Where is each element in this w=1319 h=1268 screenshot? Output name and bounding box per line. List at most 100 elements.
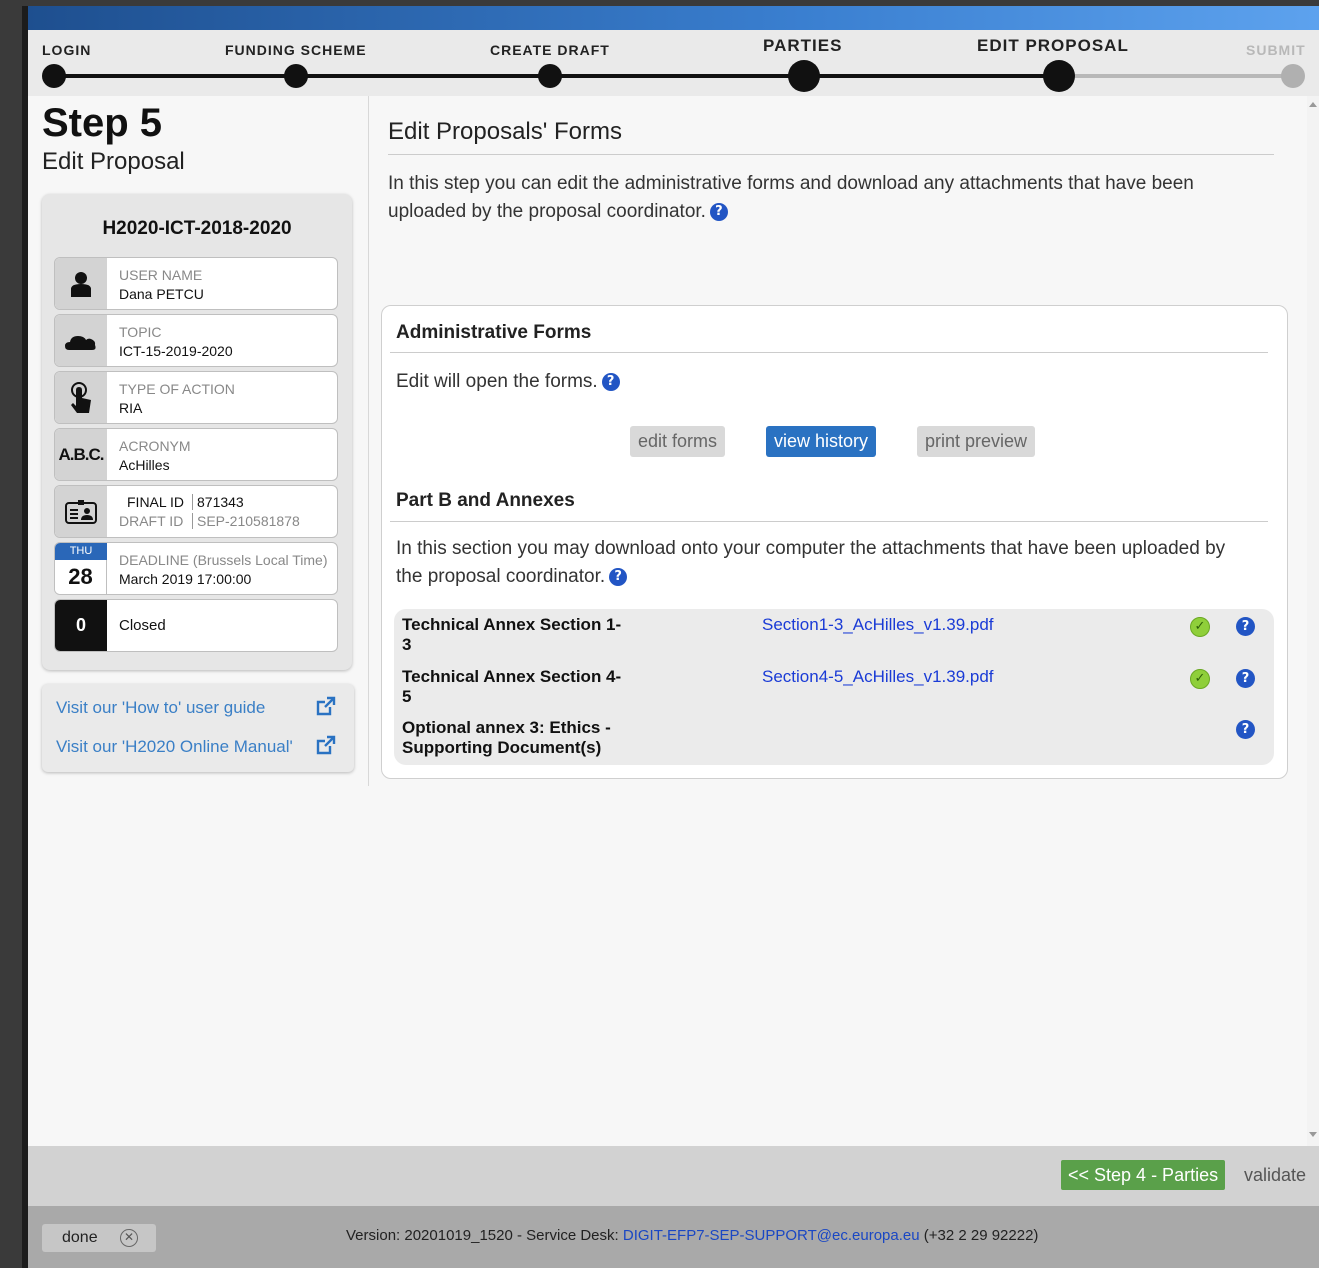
view-history-button[interactable]: view history: [766, 426, 877, 457]
scroll-up-arrow-icon[interactable]: [1309, 102, 1317, 107]
done-indicator: done ✕: [42, 1224, 156, 1252]
abc-icon: A.B.C.: [55, 429, 107, 480]
intro-text: In this step you can edit the administra…: [388, 170, 1268, 226]
table-row: Technical Annex Section 4-5 Section4-5_A…: [394, 661, 1274, 713]
help-icon[interactable]: ?: [1236, 720, 1255, 739]
version-text: Version: 20201019_1520 - Service Desk:: [346, 1227, 619, 1244]
admin-forms-text: Edit will open the forms.?: [396, 368, 1256, 396]
call-identifier: H2020-ICT-2018-2020: [102, 218, 292, 239]
type-of-action-label: TYPE OF ACTION: [119, 381, 235, 397]
previous-step-button[interactable]: << Step 4 - Parties: [1061, 1160, 1226, 1190]
step-submit: SUBMIT: [1246, 42, 1306, 58]
pointing-hand-icon: [55, 372, 107, 423]
type-of-action-row: TYPE OF ACTION RIA: [54, 371, 338, 424]
step-progress-bar: LOGIN FUNDING SCHEME CREATE DRAFT PARTIE…: [28, 30, 1319, 96]
acronym-row: A.B.C. ACRONYM AcHilles: [54, 428, 338, 481]
vertical-scrollbar[interactable]: [1307, 96, 1319, 1146]
topic-row: TOPIC ICT-15-2019-2020: [54, 314, 338, 367]
attachments-table: Technical Annex Section 1-3 Section1-3_A…: [394, 609, 1274, 765]
progress-track-pending: [1063, 74, 1293, 78]
help-icon[interactable]: ?: [609, 568, 628, 586]
help-links-card: Visit our 'How to' user guide Visit our …: [42, 684, 354, 772]
close-icon[interactable]: ✕: [120, 1229, 138, 1247]
admin-forms-heading: Administrative Forms: [396, 322, 592, 343]
draft-id-label: DRAFT ID: [119, 513, 184, 529]
step-title: Step 5: [42, 101, 163, 145]
status-row: 0 Closed: [54, 599, 338, 652]
calendar-date: 28: [55, 560, 107, 594]
scroll-down-arrow-icon[interactable]: [1309, 1132, 1317, 1137]
user-name-label: USER NAME: [119, 267, 203, 283]
proposal-id-row: FINAL ID 871343 DRAFT ID SEP-210581878: [54, 485, 338, 538]
check-icon: ✓: [1190, 669, 1210, 689]
help-icon[interactable]: ?: [709, 203, 728, 221]
user-guide-link[interactable]: Visit our 'How to' user guide: [56, 698, 265, 718]
support-email-link[interactable]: DIGIT-EFP7-SEP-SUPPORT@ec.europa.eu: [623, 1227, 920, 1244]
final-id-value: 871343: [192, 494, 244, 510]
deadline-row: THU 28 DEADLINE (Brussels Local Time) Ma…: [54, 542, 338, 595]
step-login[interactable]: LOGIN: [42, 42, 91, 58]
check-icon: ✓: [1190, 617, 1210, 637]
table-row: Technical Annex Section 1-3 Section1-3_A…: [394, 609, 1274, 661]
app-window: LOGIN FUNDING SCHEME CREATE DRAFT PARTIE…: [22, 6, 1319, 1268]
step-dot-funding-scheme[interactable]: [284, 64, 308, 88]
acronym-value: AcHilles: [119, 457, 170, 473]
print-preview-button[interactable]: print preview: [917, 426, 1036, 457]
step-create-draft[interactable]: CREATE DRAFT: [490, 42, 610, 58]
step-edit-proposal[interactable]: EDIT PROPOSAL: [977, 36, 1129, 56]
table-row: Optional annex 3: Ethics - Supporting Do…: [394, 712, 1274, 764]
help-icon[interactable]: ?: [1236, 669, 1255, 688]
attachment-name: Technical Annex Section 4-5: [402, 667, 622, 706]
forms-card: Administrative Forms Edit will open the …: [381, 305, 1288, 779]
topic-value: ICT-15-2019-2020: [119, 343, 233, 359]
title-divider: [388, 154, 1274, 155]
admin-forms-text-content: Edit will open the forms.: [396, 371, 598, 392]
step-parties[interactable]: PARTIES: [763, 36, 842, 56]
draft-id-value: SEP-210581878: [192, 513, 300, 529]
status-footer: done ✕ Version: 20201019_1520 - Service …: [28, 1206, 1319, 1268]
user-name-row: USER NAME Dana PETCU: [54, 257, 338, 310]
step-subtitle: Edit Proposal: [42, 148, 185, 175]
edit-forms-button[interactable]: edit forms: [630, 426, 726, 457]
validate-button[interactable]: validate: [1244, 1160, 1306, 1190]
part-b-heading: Part B and Annexes: [396, 490, 575, 511]
proposal-info-card: H2020-ICT-2018-2020 USER NAME Dana PETCU…: [42, 194, 352, 670]
help-icon[interactable]: ?: [1236, 617, 1255, 636]
user-name-value: Dana PETCU: [119, 286, 204, 302]
done-label: done: [62, 1229, 98, 1246]
status-value: Closed: [119, 617, 166, 634]
final-id-label: FINAL ID: [127, 494, 185, 510]
attachment-download-link[interactable]: Section4-5_AcHilles_v1.39.pdf: [762, 667, 994, 687]
admin-forms-divider: [390, 352, 1268, 353]
external-link-icon[interactable]: [316, 696, 336, 716]
help-icon[interactable]: ?: [601, 373, 620, 391]
deadline-value: March 2019 17:00:00: [119, 571, 252, 587]
part-b-divider: [390, 521, 1268, 522]
intro-text-content: In this step you can edit the administra…: [388, 173, 1194, 222]
step-dot-login[interactable]: [42, 64, 66, 88]
attachment-name: Optional annex 3: Ethics - Supporting Do…: [402, 718, 611, 757]
step-dot-submit: [1281, 64, 1305, 88]
step-dot-edit-proposal[interactable]: [1043, 60, 1075, 92]
wizard-navigation-bar: << Step 4 - Parties validate: [28, 1146, 1319, 1206]
step-dot-create-draft[interactable]: [538, 64, 562, 88]
cloud-icon: [55, 315, 107, 366]
acronym-label: ACRONYM: [119, 438, 191, 454]
column-divider: [368, 96, 369, 786]
id-card-icon: [55, 486, 107, 537]
deadline-label: DEADLINE (Brussels Local Time): [119, 552, 328, 568]
step-dot-parties[interactable]: [788, 60, 820, 92]
version-info: Version: 20201019_1520 - Service Desk: D…: [346, 1227, 1038, 1244]
part-b-text-content: In this section you may download onto yo…: [396, 538, 1226, 587]
step-funding-scheme[interactable]: FUNDING SCHEME: [225, 42, 367, 58]
external-link-icon[interactable]: [316, 735, 336, 755]
left-panel: Step 5 Edit Proposal H2020-ICT-2018-2020…: [42, 100, 360, 772]
support-phone: (+32 2 29 92222): [923, 1227, 1039, 1244]
status-count-badge: 0: [55, 600, 107, 651]
attachment-name: Technical Annex Section 1-3: [402, 615, 622, 654]
online-manual-link[interactable]: Visit our 'H2020 Online Manual': [56, 737, 293, 757]
attachment-download-link[interactable]: Section1-3_AcHilles_v1.39.pdf: [762, 615, 994, 635]
type-of-action-value: RIA: [119, 400, 143, 416]
user-icon: [55, 258, 107, 309]
page-title: Edit Proposals' Forms: [388, 118, 622, 145]
